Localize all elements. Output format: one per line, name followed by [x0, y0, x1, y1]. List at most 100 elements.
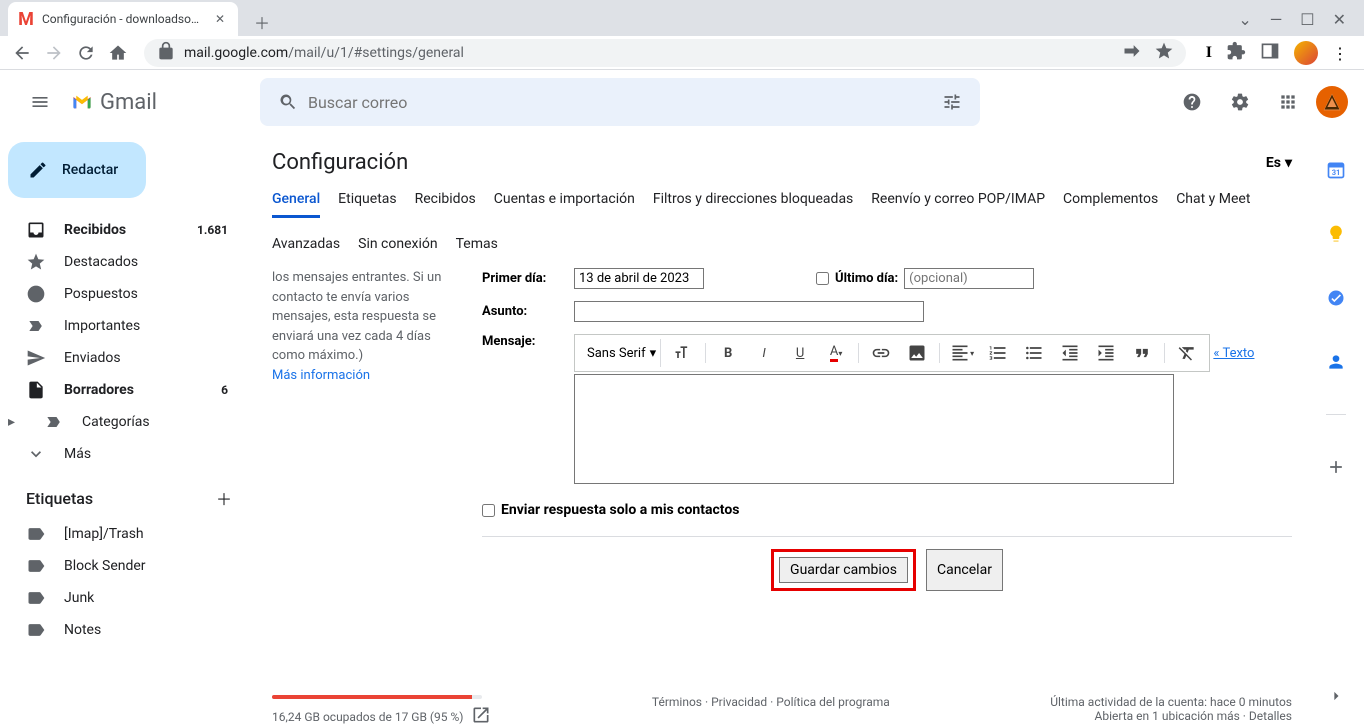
back-button[interactable] — [8, 39, 36, 67]
forward-button[interactable] — [40, 39, 68, 67]
search-icon[interactable] — [268, 82, 308, 122]
keep-icon[interactable] — [1316, 214, 1356, 254]
url-bar[interactable]: mail.google.com/mail/u/1/#settings/gener… — [144, 39, 1186, 67]
indent-more-icon[interactable] — [1092, 339, 1120, 367]
underline-icon[interactable]: U — [786, 339, 814, 367]
collapse-panel-icon[interactable] — [1316, 676, 1356, 716]
tab-filtros-y-direcciones-bloqueadas[interactable]: Filtros y direcciones bloqueadas — [653, 191, 853, 218]
tab-sin-conexión[interactable]: Sin conexión — [358, 236, 437, 260]
image-icon[interactable] — [903, 339, 931, 367]
save-button[interactable]: Guardar cambios — [779, 557, 908, 583]
plain-text-link[interactable]: « Texto — [1213, 344, 1254, 363]
label-item[interactable]: [Imap]/Trash — [0, 518, 240, 550]
home-button[interactable] — [104, 39, 132, 67]
tab-bar: M Configuración - downloadsource ✕ ＋ ⌄ ―… — [0, 0, 1364, 36]
bullet-list-icon[interactable] — [1020, 339, 1048, 367]
main-menu-button[interactable] — [16, 78, 64, 126]
category-icon — [44, 412, 64, 432]
language-button[interactable]: Es ▾ — [1266, 155, 1292, 171]
bookmark-icon[interactable] — [1154, 41, 1174, 65]
policy-link[interactable]: Política del programa — [776, 695, 890, 709]
font-size-icon[interactable] — [669, 339, 697, 367]
reload-button[interactable] — [72, 39, 100, 67]
add-addon-icon[interactable] — [1316, 447, 1356, 487]
italic-icon[interactable]: I — [750, 339, 778, 367]
numbered-list-icon[interactable] — [984, 339, 1012, 367]
open-external-icon[interactable] — [471, 705, 491, 728]
extensions-icon[interactable] — [1226, 41, 1246, 65]
ext-icon-1[interactable]: I — [1206, 44, 1212, 62]
tab-avanzadas[interactable]: Avanzadas — [272, 236, 340, 260]
draft-icon — [26, 380, 46, 400]
clear-format-icon[interactable] — [1173, 339, 1201, 367]
bold-icon[interactable]: B — [714, 339, 742, 367]
minimize-icon[interactable]: ― — [1270, 10, 1283, 29]
browser-tab[interactable]: M Configuración - downloadsource ✕ — [8, 2, 238, 36]
maximize-icon[interactable]: ☐ — [1300, 10, 1314, 29]
quote-icon[interactable] — [1128, 339, 1156, 367]
tab-temas[interactable]: Temas — [456, 236, 498, 260]
chevron-down-icon[interactable]: ⌄ — [1238, 10, 1251, 29]
font-select[interactable]: Sans Serif ▾ — [583, 339, 661, 367]
first-day-input[interactable] — [574, 268, 704, 289]
tab-chat-y-meet[interactable]: Chat y Meet — [1176, 191, 1250, 218]
tab-general[interactable]: General — [272, 191, 320, 218]
panel-icon[interactable] — [1260, 41, 1280, 65]
message-label: Mensaje: — [482, 334, 562, 349]
calendar-icon[interactable]: 31 — [1316, 150, 1356, 190]
sidebar-item-destacados[interactable]: Destacados — [0, 246, 240, 278]
details-link[interactable]: Detalles — [1249, 709, 1292, 723]
tab-complementos[interactable]: Complementos — [1063, 191, 1158, 218]
nav-label: Borradores — [64, 382, 134, 398]
sidebar-item-pospuestos[interactable]: Pospuestos — [0, 278, 240, 310]
label-text: Notes — [64, 622, 101, 638]
help-icon[interactable] — [1172, 82, 1212, 122]
last-day-checkbox[interactable] — [816, 272, 829, 285]
privacy-link[interactable]: Privacidad — [711, 695, 767, 709]
vacation-help-text: los mensajes entrantes. Si un contacto t… — [272, 268, 482, 687]
terms-link[interactable]: Términos — [652, 695, 702, 709]
contacts-icon[interactable] — [1316, 342, 1356, 382]
sidebar-item-importantes[interactable]: Importantes — [0, 310, 240, 342]
tab-etiquetas[interactable]: Etiquetas — [338, 191, 396, 218]
sidebar-item-categorías[interactable]: ▸Categorías — [0, 406, 240, 438]
tab-reenvío-y-correo-pop/imap[interactable]: Reenvío y correo POP/IMAP — [871, 191, 1045, 218]
settings-icon[interactable] — [1220, 82, 1260, 122]
compose-button[interactable]: Redactar — [8, 142, 146, 198]
indent-less-icon[interactable] — [1056, 339, 1084, 367]
tab-cuentas-e-importación[interactable]: Cuentas e importación — [494, 191, 635, 218]
storage-text: 16,24 GB ocupados de 17 GB (95 %) — [272, 710, 463, 724]
apps-icon[interactable] — [1268, 82, 1308, 122]
last-day-input[interactable] — [904, 268, 1034, 289]
tab-recibidos[interactable]: Recibidos — [415, 191, 476, 218]
link-icon[interactable] — [867, 339, 895, 367]
only-contacts-checkbox[interactable] — [482, 504, 495, 517]
sidebar-item-enviados[interactable]: Enviados — [0, 342, 240, 374]
message-body-input[interactable] — [574, 374, 1174, 484]
share-icon[interactable] — [1122, 41, 1142, 65]
account-avatar[interactable] — [1316, 86, 1348, 118]
gmail-logo[interactable]: Gmail — [72, 90, 252, 115]
tune-icon[interactable] — [932, 82, 972, 122]
close-icon[interactable]: ✕ — [212, 11, 228, 27]
sidebar-item-más[interactable]: Más — [0, 438, 240, 470]
more-info-link[interactable]: Más información — [272, 368, 370, 383]
cancel-button[interactable]: Cancelar — [926, 549, 1003, 591]
new-tab-button[interactable]: ＋ — [248, 8, 276, 36]
align-icon[interactable]: ▾ — [948, 339, 976, 367]
compose-label: Redactar — [62, 162, 118, 178]
label-item[interactable]: Junk — [0, 582, 240, 614]
close-window-icon[interactable]: ✕ — [1333, 10, 1346, 29]
add-label-icon[interactable]: ＋ — [216, 486, 232, 510]
subject-input[interactable] — [574, 301, 924, 322]
label-item[interactable]: Notes — [0, 614, 240, 646]
chrome-menu-icon[interactable]: ⋮ — [1332, 44, 1348, 63]
text-color-icon[interactable]: A▾ — [822, 339, 850, 367]
sidebar-item-borradores[interactable]: Borradores6 — [0, 374, 240, 406]
tasks-icon[interactable] — [1316, 278, 1356, 318]
sidebar-item-recibidos[interactable]: Recibidos1.681 — [0, 214, 240, 246]
search-bar[interactable] — [260, 78, 980, 126]
search-input[interactable] — [308, 93, 932, 112]
profile-avatar[interactable] — [1294, 41, 1318, 65]
label-item[interactable]: Block Sender — [0, 550, 240, 582]
